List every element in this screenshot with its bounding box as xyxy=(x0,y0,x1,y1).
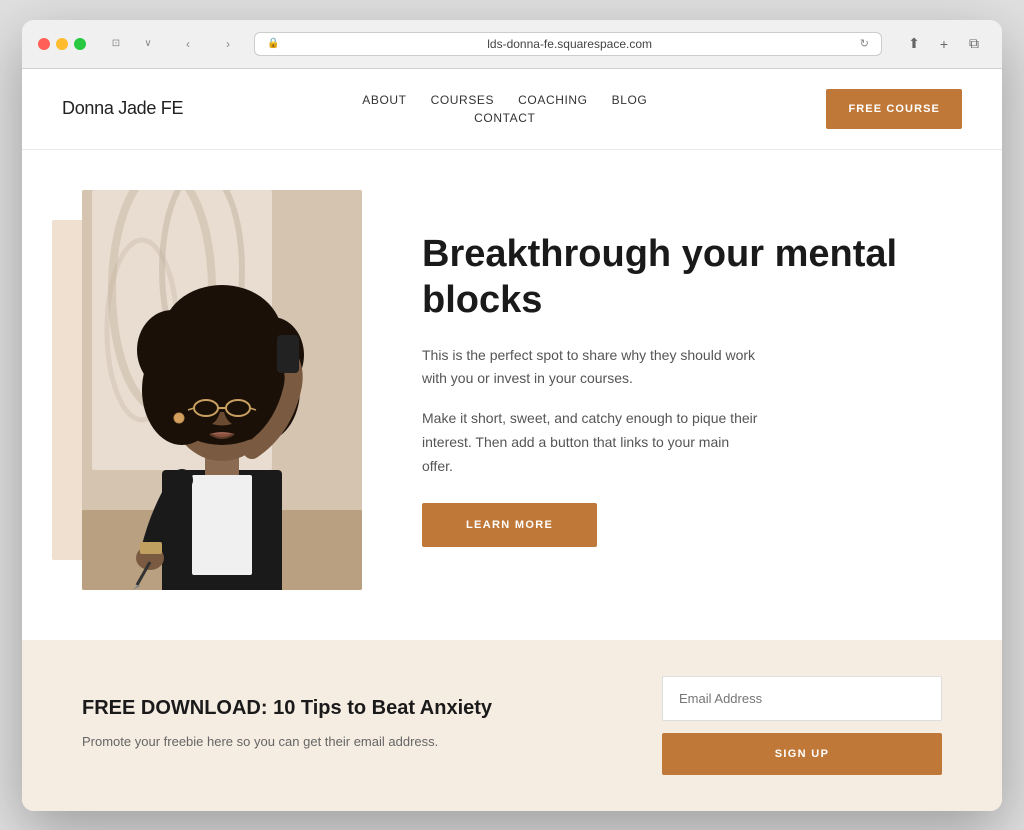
minimize-button[interactable] xyxy=(56,38,68,50)
share-button[interactable]: ⬆ xyxy=(902,32,926,56)
hero-person-svg xyxy=(82,190,362,590)
traffic-lights xyxy=(38,38,86,50)
hero-description-2: Make it short, sweet, and catchy enough … xyxy=(422,407,762,478)
hero-image xyxy=(82,190,362,590)
address-bar[interactable]: 🔒 lds-donna-fe.squarespace.com ↻ xyxy=(254,32,882,56)
url-text: lds-donna-fe.squarespace.com xyxy=(285,37,853,51)
download-description: Promote your freebie here so you can get… xyxy=(82,732,602,753)
window-control-chevron[interactable]: ∨ xyxy=(134,34,162,54)
browser-chrome: ⊡ ∨ ‹ › 🔒 lds-donna-fe.squarespace.com ↻… xyxy=(22,20,1002,69)
hero-section: Breakthrough your mental blocks This is … xyxy=(22,150,1002,640)
free-course-button[interactable]: FREE COURSE xyxy=(826,89,962,129)
nav-about[interactable]: ABOUT xyxy=(362,93,406,107)
nav-row-1: ABOUT COURSES COACHING BLOG xyxy=(362,93,647,107)
nav-courses[interactable]: COURSES xyxy=(431,93,495,107)
close-button[interactable] xyxy=(38,38,50,50)
nav-coaching[interactable]: COACHING xyxy=(518,93,587,107)
nav-row-2: CONTACT xyxy=(474,111,535,125)
email-input[interactable] xyxy=(662,676,942,721)
hero-content: Breakthrough your mental blocks This is … xyxy=(422,232,942,546)
download-form: SIGN UP xyxy=(662,676,942,775)
download-title: FREE DOWNLOAD: 10 Tips to Beat Anxiety xyxy=(82,697,602,720)
window-control-button[interactable]: ⊡ xyxy=(102,34,130,54)
site-nav: ABOUT COURSES COACHING BLOG CONTACT xyxy=(362,93,647,125)
download-section: FREE DOWNLOAD: 10 Tips to Beat Anxiety P… xyxy=(22,640,1002,811)
nav-contact[interactable]: CONTACT xyxy=(474,111,535,125)
learn-more-button[interactable]: LEARN MORE xyxy=(422,503,597,547)
browser-controls: ⊡ ∨ xyxy=(102,34,162,54)
site-logo: Donna Jade FE xyxy=(62,98,183,119)
tab-overview-button[interactable]: ⧉ xyxy=(962,32,986,56)
browser-actions: ⬆ + ⧉ xyxy=(902,32,986,56)
back-button[interactable]: ‹ xyxy=(174,34,202,54)
fullscreen-button[interactable] xyxy=(74,38,86,50)
refresh-icon[interactable]: ↻ xyxy=(860,37,869,50)
signup-button[interactable]: SIGN UP xyxy=(662,733,942,775)
browser-window: ⊡ ∨ ‹ › 🔒 lds-donna-fe.squarespace.com ↻… xyxy=(22,20,1002,811)
hero-image-container xyxy=(82,190,362,590)
site-header: Donna Jade FE ABOUT COURSES COACHING BLO… xyxy=(22,69,1002,150)
lock-icon: 🔒 xyxy=(267,38,279,49)
hero-title: Breakthrough your mental blocks xyxy=(422,232,942,323)
new-tab-button[interactable]: + xyxy=(932,32,956,56)
website-content: Donna Jade FE ABOUT COURSES COACHING BLO… xyxy=(22,69,1002,811)
hero-description-1: This is the perfect spot to share why th… xyxy=(422,344,762,392)
download-content: FREE DOWNLOAD: 10 Tips to Beat Anxiety P… xyxy=(82,697,602,753)
nav-blog[interactable]: BLOG xyxy=(612,93,648,107)
forward-button[interactable]: › xyxy=(214,34,242,54)
